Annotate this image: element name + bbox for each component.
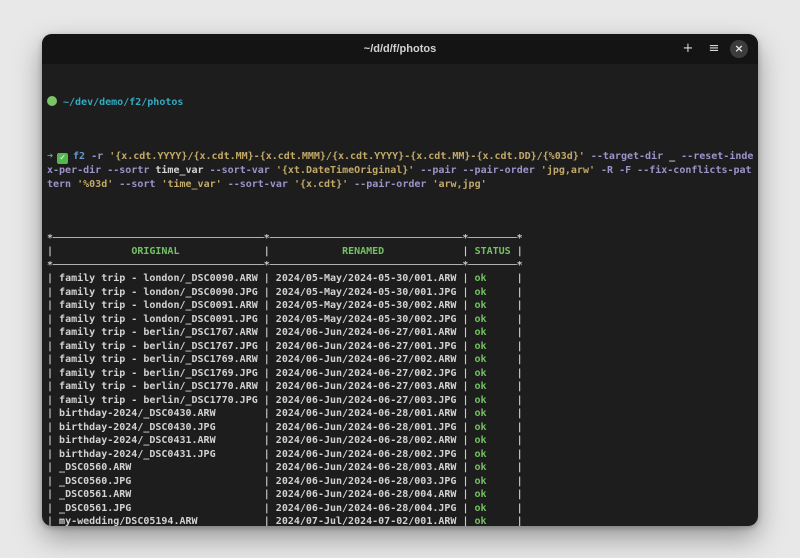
prompt-status-icon	[47, 96, 57, 106]
table-row: | family trip - berlin/_DSC1770.JPG | 20…	[47, 394, 753, 408]
table-row: | _DSC0561.ARW | 2024/06-Jun/2024-06-28/…	[47, 488, 753, 502]
table-row: | family trip - london/_DSC0091.ARW | 20…	[47, 299, 753, 313]
table-row: | family trip - london/_DSC0090.JPG | 20…	[47, 286, 753, 300]
prompt-arrow-icon: ➜	[47, 151, 53, 162]
success-checkbox-icon: ✓	[57, 153, 68, 164]
table-row: | family trip - london/_DSC0090.ARW | 20…	[47, 272, 753, 286]
table-row: | birthday-2024/_DSC0430.JPG | 2024/06-J…	[47, 421, 753, 435]
new-tab-button[interactable]: +	[678, 39, 698, 59]
table-row: | family trip - berlin/_DSC1769.ARW | 20…	[47, 353, 753, 367]
table-row: | ORIGINAL | RENAMED | STATUS |	[47, 245, 753, 259]
menu-icon[interactable]: ≡	[704, 39, 724, 59]
table-row: | family trip - berlin/_DSC1767.JPG | 20…	[47, 340, 753, 354]
close-button[interactable]: ×	[730, 40, 748, 58]
command-line: ➜ ✓f2 -r '{x.cdt.YYYY}/{x.cdt.MM}-{x.cdt.…	[47, 150, 755, 191]
table-row: *───────────────────────────────────*───…	[47, 259, 753, 273]
prompt-path: ~/dev/demo/f2/photos	[63, 97, 183, 108]
table-row: | family trip - berlin/_DSC1770.ARW | 20…	[47, 380, 753, 394]
prompt-line: ~/dev/demo/f2/photos	[47, 96, 753, 110]
table-row: | my-wedding/DSC05194.ARW | 2024/07-Jul/…	[47, 515, 753, 526]
table-row: | _DSC0560.ARW | 2024/06-Jun/2024-06-28/…	[47, 461, 753, 475]
table-row: | family trip - london/_DSC0091.JPG | 20…	[47, 313, 753, 327]
titlebar-buttons: + ≡ ×	[678, 39, 748, 59]
titlebar[interactable]: ~/d/d/f/photos + ≡ ×	[42, 34, 758, 64]
table-row: | family trip - berlin/_DSC1769.JPG | 20…	[47, 367, 753, 381]
command-text: f2 -r '{x.cdt.YYYY}/{x.cdt.MM}-{x.cdt.MM…	[47, 151, 753, 190]
table-row: | _DSC0560.JPG | 2024/06-Jun/2024-06-28/…	[47, 475, 753, 489]
terminal-window: ~/d/d/f/photos + ≡ × ~/dev/demo/f2/photo…	[42, 34, 758, 526]
table-row: | _DSC0561.JPG | 2024/06-Jun/2024-06-28/…	[47, 502, 753, 516]
table-row: | birthday-2024/_DSC0431.JPG | 2024/06-J…	[47, 448, 753, 462]
rename-table: *───────────────────────────────────*───…	[47, 232, 753, 527]
window-title: ~/d/d/f/photos	[42, 43, 758, 55]
table-row: *───────────────────────────────────*───…	[47, 232, 753, 246]
table-row: | birthday-2024/_DSC0431.ARW | 2024/06-J…	[47, 434, 753, 448]
table-row: | family trip - berlin/_DSC1767.ARW | 20…	[47, 326, 753, 340]
table-row: | birthday-2024/_DSC0430.ARW | 2024/06-J…	[47, 407, 753, 421]
terminal-body[interactable]: ~/dev/demo/f2/photos ➜ ✓f2 -r '{x.cdt.YYY…	[42, 64, 758, 526]
